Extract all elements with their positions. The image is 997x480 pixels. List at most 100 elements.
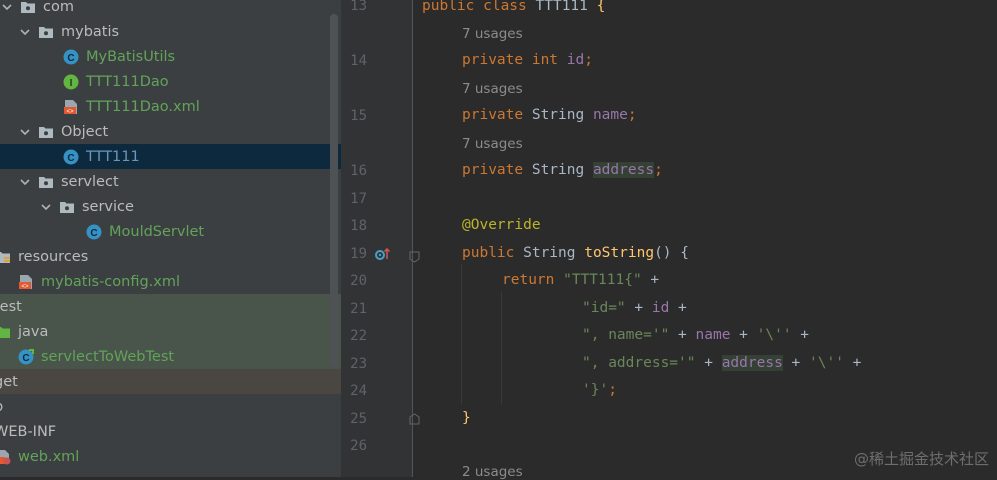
tree-item-web-inf[interactable]: WEB-INF <box>0 419 341 444</box>
chevron-down-icon[interactable] <box>18 125 32 139</box>
code-editor[interactable] <box>413 0 997 477</box>
svg-text:<>: <> <box>21 284 29 290</box>
tree-item-test[interactable]: test <box>0 294 341 319</box>
tree-item-label: com <box>43 0 74 15</box>
project-tree-panel: com mybatis C MyBatisUtils I TTT111Dao <> TTT11… <box>0 0 341 477</box>
line-number: 15 <box>350 108 367 124</box>
code-line-20: return "TTT111{" + <box>502 272 660 288</box>
code-line-24: '}'; <box>582 382 617 398</box>
tree-item-label: service <box>82 198 134 215</box>
tree-item-label: p <box>0 399 3 415</box>
fold-end-icon[interactable] <box>409 410 420 429</box>
code-line-18: @Override <box>462 217 541 233</box>
usages-hint[interactable]: 7 usages <box>462 26 523 42</box>
line-number: 14 <box>350 53 367 69</box>
test-source-folder-icon <box>0 324 11 340</box>
tree-item-mybatisutils[interactable]: C MyBatisUtils <box>0 44 341 69</box>
usages-hint[interactable]: 7 usages <box>462 81 523 97</box>
java-class-icon: C <box>63 149 79 165</box>
usages-hint[interactable]: 2 usages <box>462 464 523 480</box>
line-number: 23 <box>350 356 367 372</box>
java-interface-icon: I <box>63 74 79 90</box>
package-folder-icon <box>38 24 54 40</box>
tree-item-label: WEB-INF <box>0 423 57 440</box>
line-number: 21 <box>350 301 367 317</box>
svg-text:<>: <> <box>66 109 74 115</box>
web-xml-icon <box>0 449 11 465</box>
line-number: 24 <box>350 383 367 399</box>
chevron-down-icon[interactable] <box>0 0 14 14</box>
svg-text:C: C <box>67 153 74 164</box>
override-method-icon[interactable] <box>374 246 391 262</box>
usages-hint[interactable]: 7 usages <box>462 136 523 152</box>
tree-item-label: TTT111Dao.xml <box>86 98 200 115</box>
line-number: 19 <box>350 246 367 262</box>
line-number: 26 <box>350 438 367 454</box>
tree-item-label: mybatis <box>61 23 120 40</box>
tree-item-label: java <box>18 323 49 340</box>
tree-item-com[interactable]: com <box>0 0 341 19</box>
line-number: 22 <box>350 328 367 344</box>
tree-scrollbar[interactable] <box>330 14 338 367</box>
java-class-icon: C <box>63 49 79 65</box>
tree-item-label: servlectToWebTest <box>41 348 175 365</box>
xml-file-icon: <> <box>18 274 34 290</box>
tree-item-web-xml[interactable]: web.xml <box>0 444 341 469</box>
chevron-down-icon[interactable] <box>18 25 32 39</box>
tree-item-get[interactable]: get <box>0 369 341 394</box>
tree-item-mouldservlet[interactable]: C MouldServlet <box>0 219 341 244</box>
package-folder-icon <box>59 199 75 215</box>
code-line-13: public class TTT111 { <box>422 0 606 14</box>
code-line-15: private String name; <box>462 107 637 123</box>
tree-item-label: MouldServlet <box>109 223 205 240</box>
tree-item-label: MyBatisUtils <box>86 48 176 65</box>
tree-item-label: test <box>0 298 22 315</box>
tree-item-ttt111dao-xml[interactable]: <> TTT111Dao.xml <box>0 94 341 119</box>
tree-item-ttt111[interactable]: C TTT111 <box>0 144 341 169</box>
fold-open-icon[interactable] <box>409 248 420 267</box>
tree-item-ttt111dao[interactable]: I TTT111Dao <box>0 69 341 94</box>
tree-item-mybatis-config-xml[interactable]: <> mybatis-config.xml <box>0 269 341 294</box>
package-folder-icon <box>38 124 54 140</box>
code-line-23: ", address='" + address + '\'' + <box>582 355 862 371</box>
svg-text:C: C <box>90 228 97 239</box>
tree-item-label: servlect <box>61 173 119 190</box>
tree-item-service[interactable]: service <box>0 194 341 219</box>
tree-item-label: Object <box>61 123 109 140</box>
line-number: 25 <box>350 411 367 427</box>
xml-file-icon: <> <box>63 99 79 115</box>
tree-item-servlecttowebtest[interactable]: CservlectToWebTest <box>0 344 341 369</box>
java-test-class-icon: C <box>18 348 34 365</box>
code-line-14: private int id; <box>462 52 593 68</box>
resources-folder-icon <box>0 249 11 265</box>
tree-item-label: TTT111Dao <box>86 73 169 90</box>
package-folder-icon <box>20 0 36 15</box>
tree-item-java[interactable]: java <box>0 319 341 344</box>
code-line-21: "id=" + id + <box>582 300 687 316</box>
line-number: 18 <box>350 218 367 234</box>
svg-text:C: C <box>22 353 29 364</box>
code-line-25: } <box>462 410 471 426</box>
java-class-icon: C <box>86 224 102 240</box>
line-number: 17 <box>350 191 367 207</box>
line-number: 20 <box>350 273 367 289</box>
line-number: 13 <box>350 0 367 14</box>
svg-text:C: C <box>67 53 74 64</box>
tree-item-p[interactable]: p <box>0 394 341 419</box>
tree-item-label: mybatis-config.xml <box>41 273 181 290</box>
chevron-down-icon[interactable] <box>18 175 32 189</box>
line-number: 16 <box>350 163 367 179</box>
code-line-16: private String address; <box>462 162 663 178</box>
chevron-down-icon[interactable] <box>39 200 53 214</box>
tree-item-label: get <box>0 373 18 390</box>
svg-text:I: I <box>70 78 73 89</box>
tree-item-label: resources <box>18 248 89 265</box>
package-folder-icon <box>38 174 54 190</box>
tree-item-resources[interactable]: resources <box>0 244 341 269</box>
tree-item-mybatis[interactable]: mybatis <box>0 19 341 44</box>
editor-gutter <box>341 0 412 477</box>
tree-item-servlect[interactable]: servlect <box>0 169 341 194</box>
code-line-19: public String toString() { <box>462 245 689 261</box>
indent-guide <box>501 292 502 404</box>
tree-item-object[interactable]: Object <box>0 119 341 144</box>
